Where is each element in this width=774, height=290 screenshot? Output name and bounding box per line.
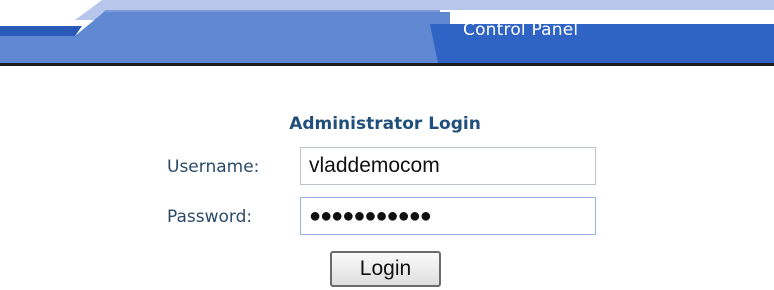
password-mask: ●●●●●●●●●●● <box>309 205 432 227</box>
password-label: Password: <box>167 207 253 227</box>
header-tab-band: Control Panel <box>0 0 774 66</box>
username-label: Username: <box>167 157 260 177</box>
control-panel-tab[interactable]: Control Panel <box>463 20 578 40</box>
login-title: Administrator Login <box>289 114 481 134</box>
password-input[interactable]: ●●●●●●●●●●● <box>300 197 596 235</box>
header-tabs-graphic <box>0 0 774 66</box>
login-page: Control Panel Administrator Login Userna… <box>0 0 774 290</box>
login-button[interactable]: Login <box>330 251 441 287</box>
username-input[interactable]: vladdemocom <box>300 147 596 185</box>
